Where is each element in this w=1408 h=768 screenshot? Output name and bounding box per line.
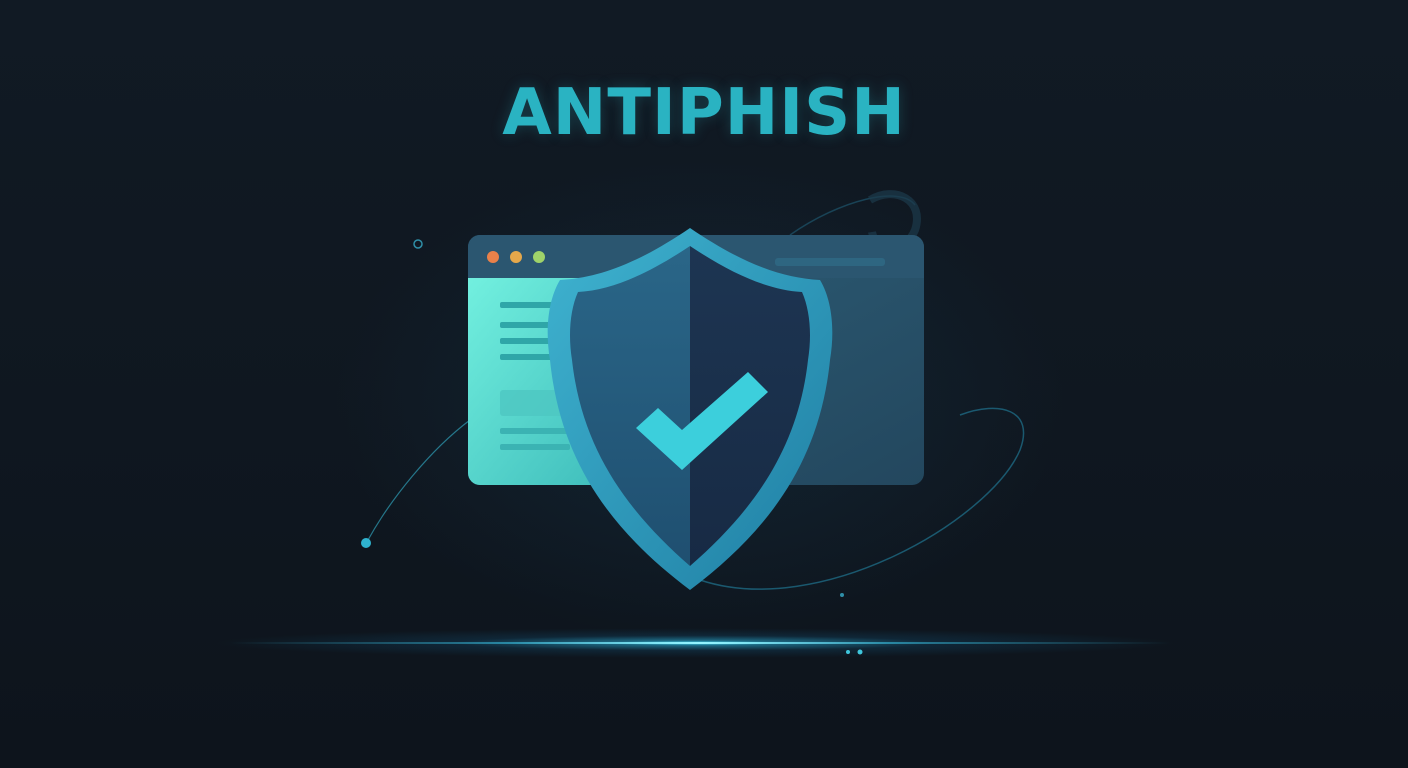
orbit-dot-left bbox=[361, 538, 371, 548]
shield-check-icon bbox=[547, 228, 833, 590]
spark-dot-small-3 bbox=[840, 593, 844, 597]
orbit-line-top bbox=[789, 195, 916, 236]
spark-dot-small-2 bbox=[857, 649, 863, 655]
spark-dot-small bbox=[846, 650, 850, 654]
orbit-line-left bbox=[367, 419, 471, 541]
window-dot-green bbox=[533, 251, 545, 263]
window-dot-red bbox=[487, 251, 499, 263]
security-illustration bbox=[361, 190, 1025, 655]
window-dot-yellow bbox=[510, 251, 522, 263]
hero-banner: ANTIPHISH bbox=[0, 0, 1408, 768]
spark-dot bbox=[413, 239, 423, 249]
